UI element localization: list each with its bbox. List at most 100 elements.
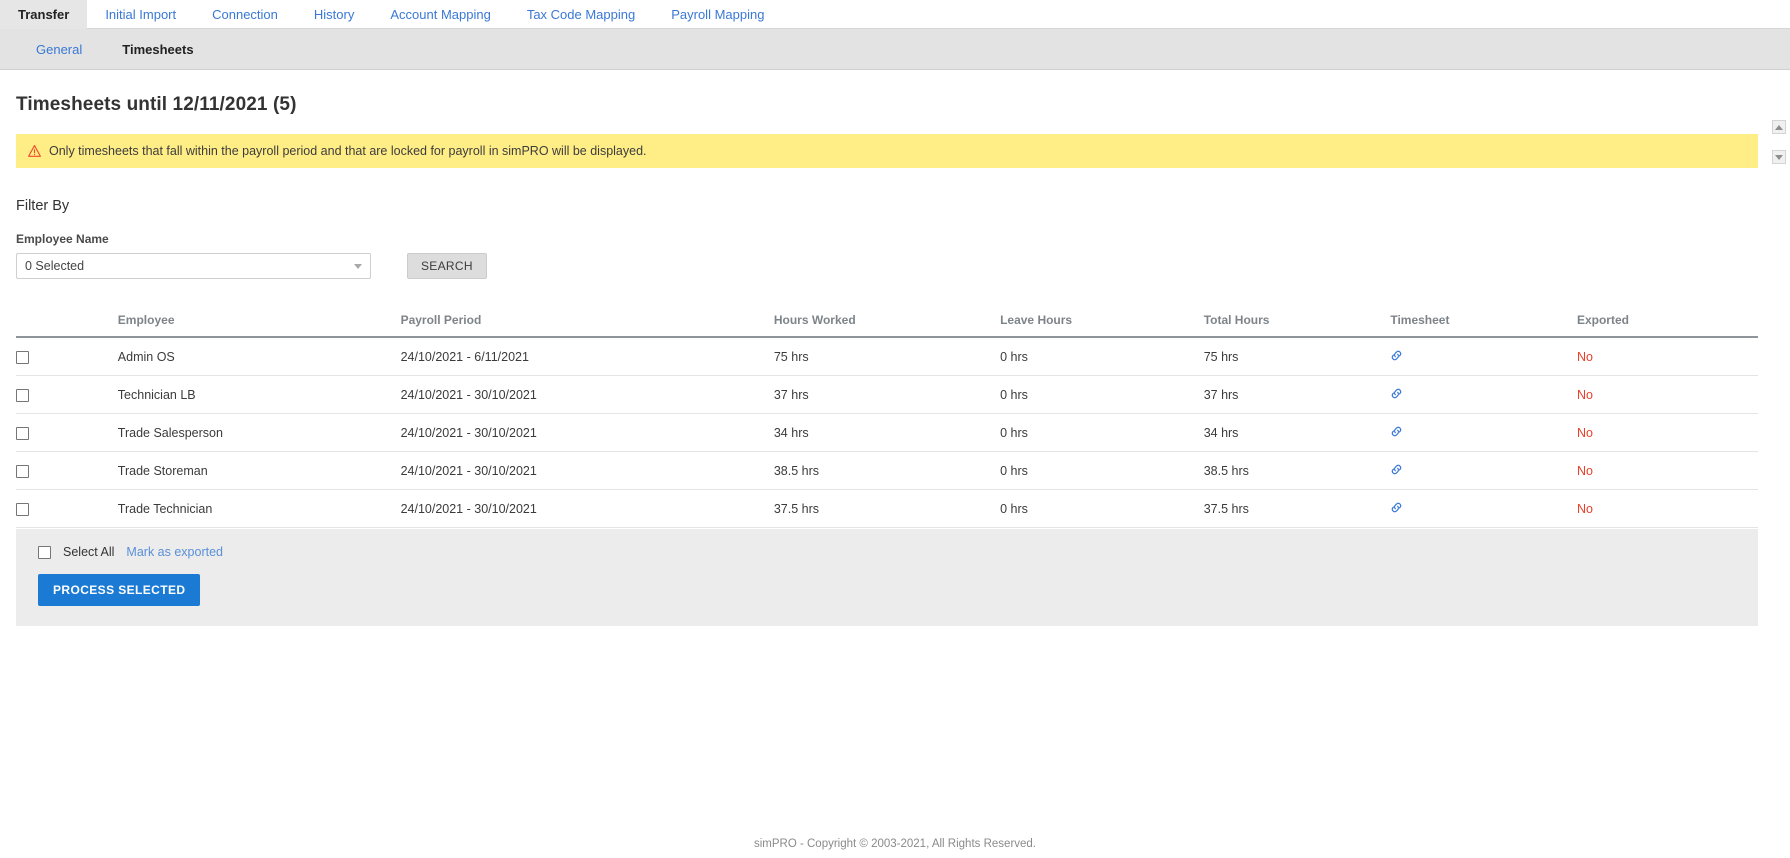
tab-label: Connection [212,7,278,22]
filter-heading: Filter By [16,198,70,214]
table-header: Employee Payroll Period Hours Worked Lea… [16,313,1758,338]
cell-exported: No [1576,413,1758,452]
subtab-general[interactable]: General [16,42,102,57]
tab-account-mapping[interactable]: Account Mapping [372,0,508,29]
cell-exported: No [1576,451,1758,490]
triangle-down-icon [1775,154,1783,160]
row-select-checkbox-cell [16,489,118,528]
timesheet-link[interactable] [1390,425,1403,441]
table-row: Trade Technician 24/10/2021 - 30/10/2021 3… [16,489,1758,528]
link-icon[interactable] [1390,349,1403,362]
subtab-label: Timesheets [122,41,194,57]
scroll-down-button[interactable] [1772,150,1786,164]
cell-payroll-period: 24/10/2021 - 30/10/2021 [400,413,774,452]
cell-employee: Trade Storeman [117,451,401,490]
tab-payroll-mapping[interactable]: Payroll Mapping [653,0,782,29]
table-header-row: Employee Payroll Period Hours Worked Lea… [16,313,1758,338]
triangle-up-icon [1775,124,1783,130]
row-select-checkbox[interactable] [16,427,29,441]
info-alert-banner: Only timesheets that fall within the pay… [16,134,1758,168]
column-header-timesheet: Timesheet [1390,313,1577,338]
cell-hours-worked: 75 hrs [773,337,1001,376]
select-all-checkbox[interactable] [38,545,51,559]
link-icon[interactable] [1390,463,1403,476]
table-body: Admin OS 24/10/2021 - 6/11/2021 75 hrs 0 hr… [16,337,1758,528]
cell-timesheet [1390,489,1577,528]
tab-label: Transfer [18,7,70,22]
filter-row: 0 Selected SEARCH [16,253,1774,279]
row-select-checkbox-cell [16,413,118,452]
cell-timesheet [1390,413,1577,452]
tab-bar-filler [782,0,1790,28]
timesheet-link[interactable] [1390,501,1403,517]
cell-employee: Admin OS [117,337,401,376]
cell-payroll-period: 24/10/2021 - 30/10/2021 [400,451,774,490]
timesheet-link[interactable] [1390,463,1403,479]
cell-total-hours: 34 hrs [1203,413,1391,452]
employee-name-label: Employee Name [16,232,109,246]
chevron-down-icon [354,263,362,269]
copyright-text: simPRO - Copyright © 2003-2021, All Righ… [753,838,1037,850]
timesheets-table: Employee Payroll Period Hours Worked Lea… [16,313,1758,528]
timesheet-link[interactable] [1390,387,1403,403]
scroll-arrows [1772,120,1786,164]
link-icon[interactable] [1390,425,1403,438]
tab-transfer[interactable]: Transfer [0,0,88,29]
row-select-checkbox[interactable] [16,389,29,403]
tab-label: Initial Import [105,7,177,22]
timesheet-link[interactable] [1390,349,1403,365]
cell-hours-worked: 37 hrs [773,375,1001,414]
select-all-label[interactable]: Select All [63,545,114,559]
tab-connection[interactable]: Connection [194,0,296,29]
row-select-checkbox[interactable] [16,503,29,517]
column-header-employee: Employee [117,313,401,338]
row-select-checkbox-cell [16,337,118,376]
column-header-total-hours: Total Hours [1203,313,1391,338]
secondary-tab-bar: General Timesheets [0,29,1790,70]
tab-history[interactable]: History [296,0,372,29]
tab-label: History [313,7,355,22]
mark-as-exported-link[interactable]: Mark as exported [126,545,223,559]
row-select-checkbox-cell [16,451,118,490]
cell-employee: Technician LB [117,375,401,414]
search-button[interactable]: SEARCH [407,253,487,279]
column-header-leave-hours: Leave Hours [1000,313,1204,338]
cell-leave-hours: 0 hrs [1000,489,1204,528]
exported-status: No [1576,464,1593,478]
table-row: Admin OS 24/10/2021 - 6/11/2021 75 hrs 0 hr… [16,337,1758,376]
cell-total-hours: 75 hrs [1203,337,1391,376]
row-select-checkbox[interactable] [16,351,29,365]
cell-exported: No [1576,337,1758,376]
page-footer: simPRO - Copyright © 2003-2021, All Righ… [0,838,1790,850]
column-header-hours-worked: Hours Worked [773,313,1001,338]
row-select-checkbox[interactable] [16,465,29,479]
link-icon[interactable] [1390,387,1403,400]
cell-timesheet [1390,375,1577,414]
process-selected-button[interactable]: PROCESS SELECTED [38,574,201,606]
row-select-checkbox-cell [16,375,118,414]
cell-exported: No [1576,489,1758,528]
cell-employee: Trade Salesperson [117,413,401,452]
tab-tax-code-mapping[interactable]: Tax Code Mapping [509,0,653,29]
primary-tab-bar: Transfer Initial Import Connection Histo… [0,0,1790,29]
cell-payroll-period: 24/10/2021 - 30/10/2021 [400,375,774,414]
exported-status: No [1576,388,1593,402]
cell-hours-worked: 37.5 hrs [773,489,1001,528]
employee-name-select[interactable]: 0 Selected [16,253,371,279]
tab-label: Payroll Mapping [671,7,765,22]
cell-timesheet [1390,451,1577,490]
main-content: Timesheets until 12/11/2021 (5) Only tim… [0,94,1790,626]
tab-initial-import[interactable]: Initial Import [87,0,194,29]
cell-leave-hours: 0 hrs [1000,451,1204,490]
subtab-timesheets[interactable]: Timesheets [102,42,213,57]
warning-icon [28,145,41,157]
tab-label: Tax Code Mapping [526,7,636,22]
scroll-up-button[interactable] [1772,120,1786,134]
link-icon[interactable] [1390,501,1403,514]
exported-status: No [1576,502,1593,516]
exported-status: No [1576,426,1593,440]
tab-label: Account Mapping [390,7,491,22]
cell-hours-worked: 38.5 hrs [773,451,1001,490]
employee-name-selected-value: 0 Selected [25,259,85,273]
cell-leave-hours: 0 hrs [1000,413,1204,452]
